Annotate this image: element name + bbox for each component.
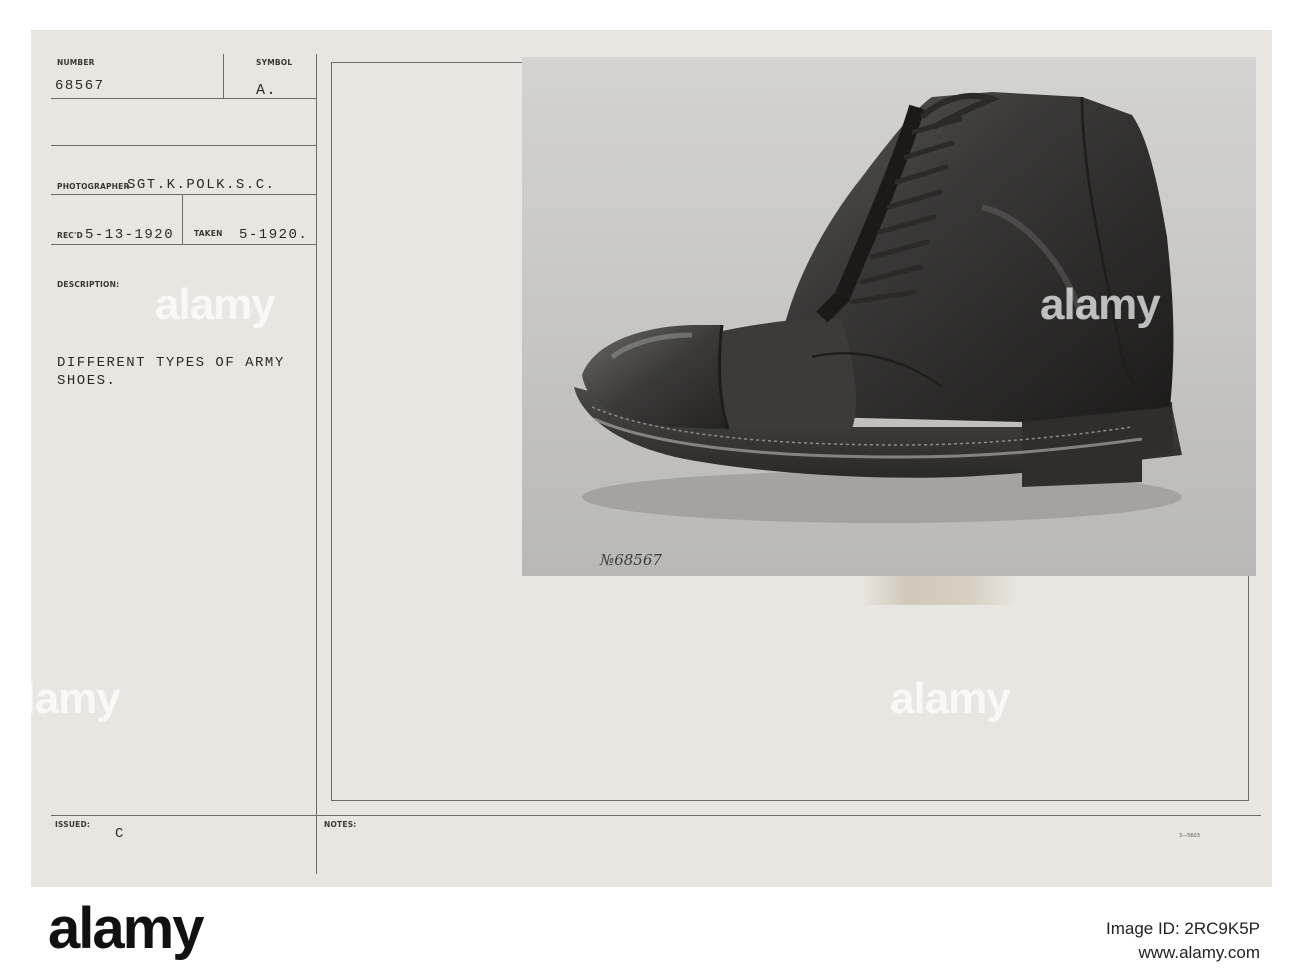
description-line-1: DIFFERENT TYPES OF ARMY xyxy=(57,355,285,371)
photographer-label: PHOTOGRAPHER xyxy=(57,182,130,191)
watermark: alamy xyxy=(890,674,1011,723)
taken-value: 5-1920. xyxy=(239,227,309,243)
notes-label: NOTES: xyxy=(324,820,357,829)
divider xyxy=(51,98,316,99)
description-line-2: SHOES. xyxy=(57,373,117,389)
symbol-label: SYMBOL xyxy=(256,58,293,67)
stock-footer: alamy Image ID: 2RC9K5P www.alamy.com xyxy=(0,887,1300,979)
issued-label: ISSUED: xyxy=(55,820,91,829)
divider xyxy=(182,194,183,244)
divider xyxy=(51,244,316,245)
watermark: alamy xyxy=(0,674,121,723)
notes-frame-right xyxy=(1248,575,1249,800)
symbol-value: A. xyxy=(256,82,278,99)
recd-value: 5-13-1920 xyxy=(85,227,175,243)
watermark: alamy xyxy=(1040,280,1161,329)
bottom-rule xyxy=(51,815,1261,816)
image-id: Image ID: 2RC9K5P xyxy=(1105,919,1260,938)
footer-meta: Image ID: 2RC9K5P www.alamy.com xyxy=(1106,917,1260,965)
site-url[interactable]: www.alamy.com xyxy=(1106,941,1260,965)
column-divider xyxy=(316,54,317,874)
notes-frame-bottom xyxy=(331,800,1249,801)
form-code: 3—5603 xyxy=(1179,833,1200,839)
divider xyxy=(223,54,224,98)
alamy-logo: alamy xyxy=(48,896,204,961)
number-label: NUMBER xyxy=(57,58,95,67)
taken-label: TAKEN xyxy=(194,229,223,238)
number-value: 68567 xyxy=(55,78,105,94)
adhesive-residue xyxy=(860,575,1020,605)
issued-value: C xyxy=(115,826,125,842)
recd-label: REC'D xyxy=(57,231,83,240)
divider xyxy=(51,194,316,195)
description-label: DESCRIPTION: xyxy=(57,280,120,289)
watermark: alamy xyxy=(155,280,276,329)
divider xyxy=(51,145,316,146)
photographer-value: SGT.K.POLK.S.C. xyxy=(127,177,276,193)
photo-handwritten-number: №68567 xyxy=(599,551,662,569)
notes-frame-left xyxy=(331,62,332,800)
